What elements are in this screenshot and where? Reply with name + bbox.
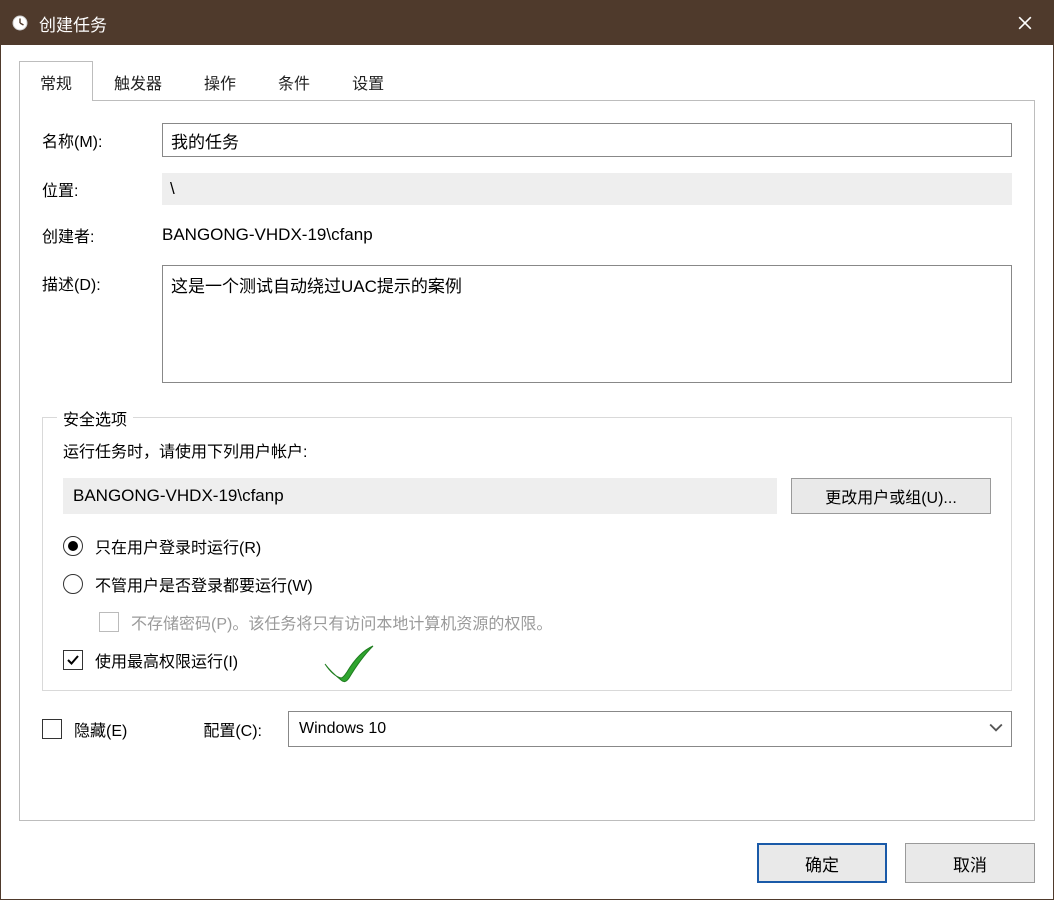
radio-icon [63,536,83,556]
checkbox-icon [63,650,83,670]
chevron-down-icon [989,720,1003,738]
configure-for-combo[interactable]: Windows 10 [288,711,1012,747]
description-input[interactable] [162,265,1012,383]
checkbox-hidden[interactable]: 隐藏(E) [42,717,127,741]
checkbox-highest-privileges[interactable]: 使用最高权限运行(I) [63,648,991,672]
label-name: 名称(M): [42,128,162,152]
label-location: 位置: [42,177,162,201]
tab-strip: 常规 触发器 操作 条件 设置 [19,63,1035,101]
change-user-button[interactable]: 更改用户或组(U)... [791,478,991,514]
tab-general[interactable]: 常规 [19,61,93,101]
tab-settings[interactable]: 设置 [331,61,405,101]
run-as-caption: 运行任务时，请使用下列用户帐户: [63,438,991,462]
tab-actions[interactable]: 操作 [183,61,257,101]
dialog-button-row: 确定 取消 [19,843,1035,883]
row-location: 位置: \ [42,173,1012,205]
label-description: 描述(D): [42,265,162,295]
close-icon [1018,16,1032,30]
ok-button[interactable]: 确定 [757,843,887,883]
account-value: BANGONG-VHDX-19\cfanp [63,478,777,514]
checkbox-label: 使用最高权限运行(I) [95,648,238,672]
row-name: 名称(M): [42,123,1012,157]
row-author: 创建者: BANGONG-VHDX-19\cfanp [42,221,1012,249]
checkbox-label: 隐藏(E) [74,717,127,741]
radio-only-logged-on[interactable]: 只在用户登录时运行(R) [63,534,991,558]
account-row: BANGONG-VHDX-19\cfanp 更改用户或组(U)... [63,478,991,514]
radio-whether-logged-or-not[interactable]: 不管用户是否登录都要运行(W) [63,572,991,596]
client-area: 常规 触发器 操作 条件 设置 名称(M): 位置: \ 创建者: BANGON… [1,45,1053,899]
checkbox-label: 不存储密码(P)。该任务将只有访问本地计算机资源的权限。 [131,610,552,634]
clock-icon [11,14,29,32]
cancel-button[interactable]: 取消 [905,843,1035,883]
tab-conditions[interactable]: 条件 [257,61,331,101]
tab-triggers[interactable]: 触发器 [93,61,183,101]
window-title: 创建任务 [39,11,107,36]
location-value: \ [162,173,1012,205]
annotation-checkmark-icon [321,642,377,684]
checkbox-icon [42,719,62,739]
checkbox-icon [99,612,119,632]
combo-value: Windows 10 [299,720,386,738]
close-button[interactable] [997,1,1053,45]
checkbox-no-store-password: 不存储密码(P)。该任务将只有访问本地计算机资源的权限。 [63,610,991,634]
name-input[interactable] [162,123,1012,157]
author-value: BANGONG-VHDX-19\cfanp [162,221,1012,249]
radio-icon [63,574,83,594]
label-author: 创建者: [42,223,162,247]
radio-label: 只在用户登录时运行(R) [95,534,261,558]
title-bar: 创建任务 [1,1,1053,45]
label-configure-for: 配置(C): [203,717,262,741]
tab-panel-general: 名称(M): 位置: \ 创建者: BANGONG-VHDX-19\cfanp … [19,101,1035,821]
bottom-row: 隐藏(E) 配置(C): Windows 10 [42,711,1012,747]
radio-label: 不管用户是否登录都要运行(W) [95,572,313,596]
create-task-dialog: 创建任务 常规 触发器 操作 条件 设置 名称(M): 位置: \ [0,0,1054,900]
security-options-group: 安全选项 运行任务时，请使用下列用户帐户: BANGONG-VHDX-19\cf… [42,417,1012,691]
row-description: 描述(D): [42,265,1012,383]
security-legend: 安全选项 [57,406,133,430]
